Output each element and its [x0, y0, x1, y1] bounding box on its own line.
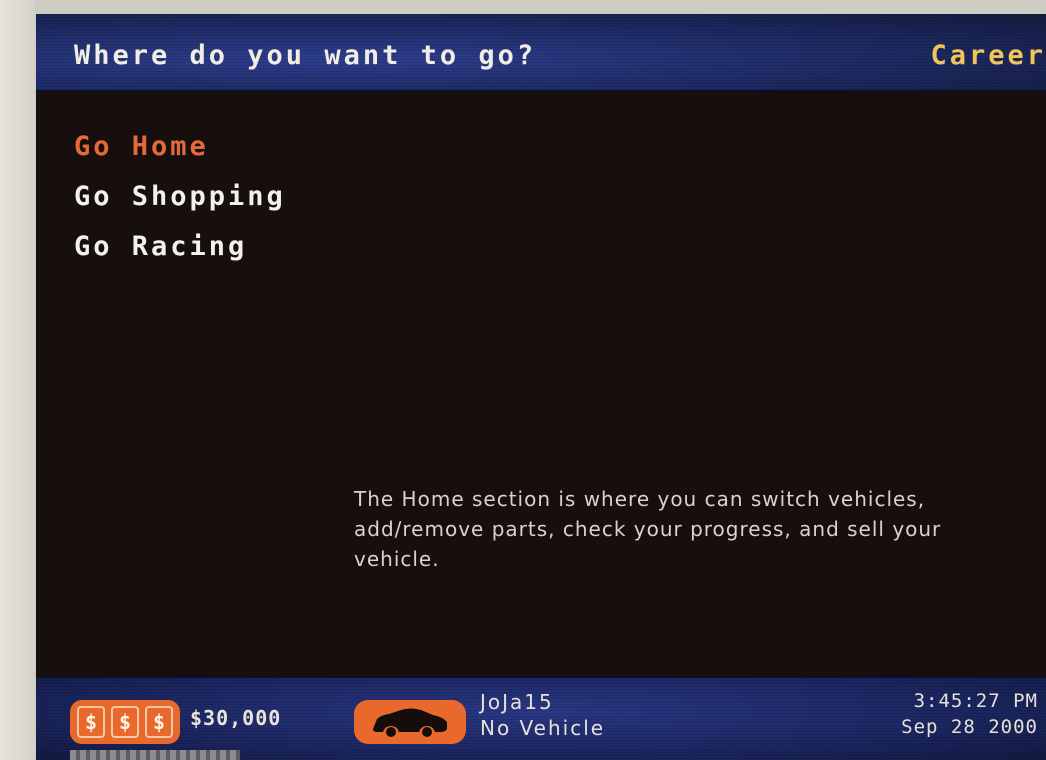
- clock-date: Sep 28 2000: [901, 716, 1038, 738]
- header-bar: Where do you want to go? Career: [36, 14, 1046, 92]
- menu-item-go-home[interactable]: Go Home: [74, 122, 286, 172]
- destination-menu: Go Home Go Shopping Go Racing: [74, 122, 286, 272]
- menu-item-go-shopping[interactable]: Go Shopping: [74, 172, 286, 222]
- page-title: Where do you want to go?: [74, 40, 537, 71]
- status-stripe: [70, 750, 240, 760]
- money-icon: $ $ $: [70, 700, 180, 744]
- money-glyph: $: [77, 706, 105, 738]
- car-silhouette: [373, 708, 447, 737]
- vehicle-name: No Vehicle: [480, 716, 606, 740]
- money-amount: $30,000: [190, 706, 282, 730]
- menu-item-go-racing[interactable]: Go Racing: [74, 222, 286, 272]
- career-mode-label: Career: [930, 40, 1046, 71]
- car-icon: [354, 700, 466, 744]
- clock-time: 3:45:27 PM: [913, 690, 1038, 712]
- driver-name: JoJa15: [480, 690, 554, 714]
- menu-description: The Home section is where you can switch…: [354, 487, 942, 571]
- status-bar: $ $ $ $30,000 JoJa15 No Vehicle 3:45:27 …: [36, 676, 1046, 760]
- money-glyph: $: [111, 706, 139, 738]
- money-glyph: $: [145, 706, 173, 738]
- game-screen: Where do you want to go? Career Go Home …: [36, 14, 1046, 760]
